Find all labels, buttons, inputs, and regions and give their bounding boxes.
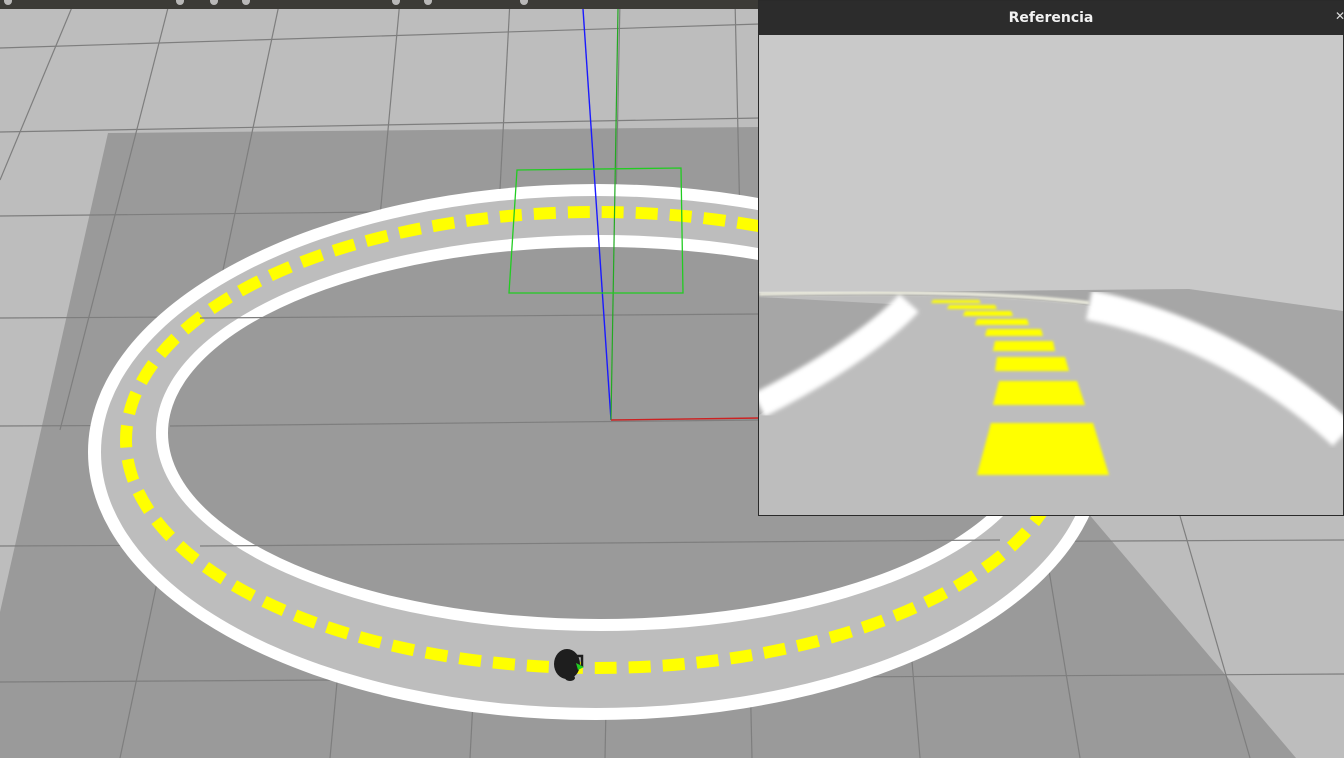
align-icon[interactable] — [520, 0, 528, 5]
gazebo-toolbar — [0, 0, 760, 9]
camera-image — [759, 35, 1343, 515]
translate-icon[interactable] — [4, 0, 12, 5]
snap-icon[interactable] — [424, 0, 432, 5]
window-title: Referencia — [1008, 10, 1094, 26]
rotate-icon[interactable] — [176, 0, 184, 5]
window-titlebar[interactable]: Referencia ✕ — [759, 1, 1344, 35]
undo-icon[interactable] — [242, 0, 250, 5]
close-icon[interactable]: ✕ — [1335, 9, 1344, 23]
reference-camera-window[interactable]: Referencia ✕ — [758, 0, 1344, 516]
redo-icon[interactable] — [392, 0, 400, 5]
scale-icon[interactable] — [210, 0, 218, 5]
